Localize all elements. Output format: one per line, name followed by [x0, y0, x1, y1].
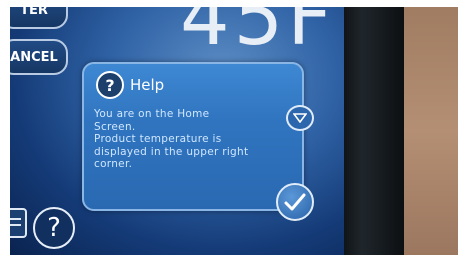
temperature-readout: 45F [180, 7, 337, 63]
dialog-body-line: displayed in the upper right [94, 145, 249, 158]
help-dialog: ? Help You are on the Home Screen. Produ… [82, 62, 304, 211]
question-mark-icon: ? [96, 71, 124, 99]
checkmark-icon [284, 193, 306, 211]
dialog-body-line: Product temperature is [94, 133, 222, 145]
photo-frame: 45F TER ANCEL ? Help You are on the Home… [10, 7, 458, 255]
triangle-down-icon [293, 113, 307, 123]
device-bezel [344, 7, 404, 255]
help-button[interactable]: ? [33, 207, 75, 249]
dialog-header: ? Help [96, 71, 164, 99]
dialog-body-line: Screen. [94, 120, 136, 133]
touch-screen: 45F TER ANCEL ? Help You are on the Home… [10, 7, 352, 255]
confirm-button[interactable] [276, 183, 314, 221]
dialog-body: You are on the Home Screen. Product temp… [94, 108, 272, 171]
scroll-down-button[interactable] [286, 105, 314, 131]
enter-button[interactable]: TER [10, 7, 68, 29]
background-wall [404, 7, 458, 255]
dialog-title: Help [130, 76, 165, 94]
dialog-body-line: corner. [94, 158, 133, 170]
dialog-body-line: You are on the Home [94, 108, 210, 120]
document-icon[interactable] [10, 207, 30, 243]
cancel-button[interactable]: ANCEL [10, 39, 68, 75]
question-mark-icon: ? [47, 213, 61, 243]
